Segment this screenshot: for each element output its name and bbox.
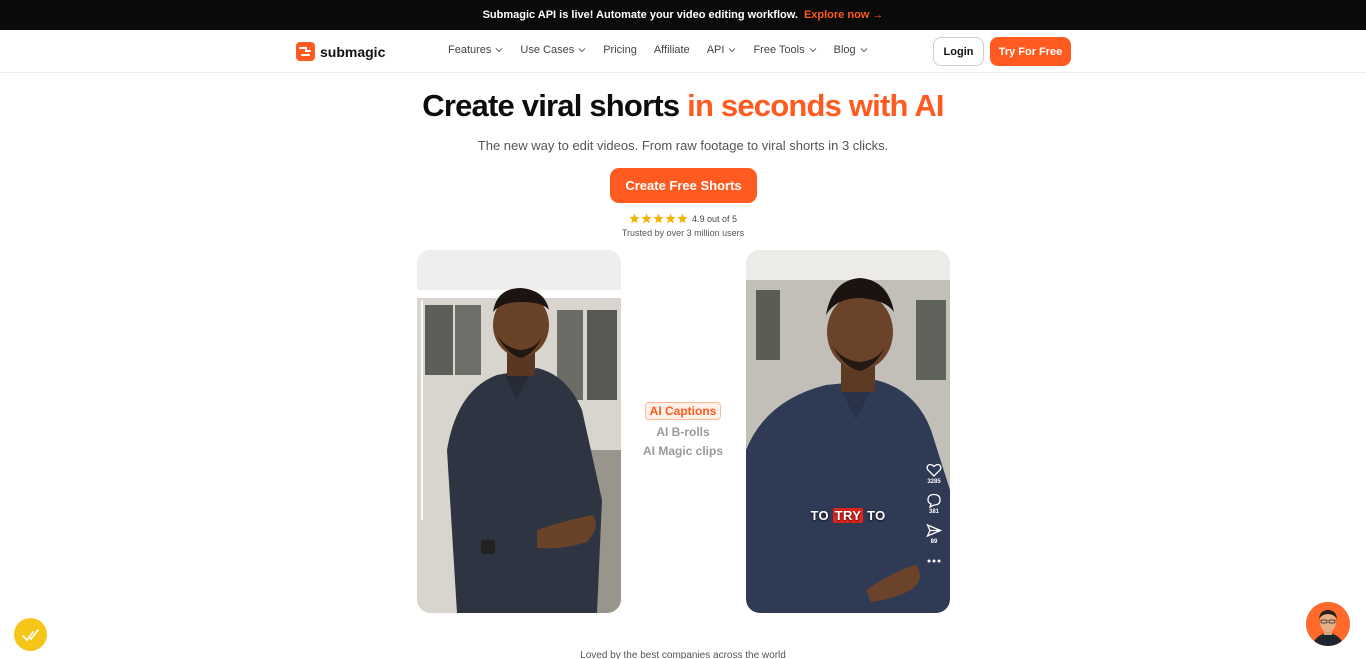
hero-title-main: Create viral shorts (422, 88, 688, 123)
like-action[interactable]: 3285 (926, 463, 942, 485)
caption-before: TO (810, 508, 833, 523)
video-caption: TO TRY TO (746, 508, 950, 523)
logo[interactable]: submagic (296, 42, 385, 61)
floating-badge[interactable] (14, 618, 47, 651)
more-icon (927, 559, 941, 563)
chevron-down-icon (496, 48, 503, 53)
rating-text: 4.9 out of 5 (691, 213, 738, 224)
menu-label: Pricing (603, 44, 637, 56)
comment-icon (927, 493, 941, 508)
menu-features[interactable]: Features (448, 44, 503, 56)
comment-count: 381 (928, 509, 939, 515)
hero-title: Create viral shorts in seconds with AI (0, 88, 1366, 124)
star-icon (629, 213, 640, 224)
logo-icon (296, 42, 315, 61)
like-count: 3285 (927, 479, 941, 485)
share-count: 89 (930, 539, 938, 545)
trusted-text: Trusted by over 3 million users (621, 228, 745, 238)
more-action[interactable] (927, 559, 941, 563)
hero-title-accent: in seconds with AI (687, 88, 944, 123)
raw-video-preview[interactable] (417, 250, 621, 613)
share-action[interactable]: 89 (926, 523, 942, 545)
menu-blog[interactable]: Blog (834, 44, 868, 56)
create-free-shorts-button[interactable]: Create Free Shorts (610, 168, 757, 203)
feature-ai-magic-clips[interactable]: AI Magic clips (643, 444, 723, 458)
chevron-down-icon (860, 48, 867, 53)
feature-ai-b-rolls[interactable]: AI B-rolls (656, 425, 709, 439)
main-menu: Features Use Cases Pricing Affiliate API… (448, 44, 868, 56)
edited-video-preview[interactable]: TO TRY TO 3285 381 89 (746, 250, 950, 613)
hero-subtitle: The new way to edit videos. From raw foo… (477, 138, 889, 153)
menu-affiliate[interactable]: Affiliate (654, 44, 690, 56)
feature-list: AI Captions AI B-rolls AI Magic clips (600, 402, 766, 458)
announcement-banner: Submagic API is live! Automate your vide… (0, 0, 1366, 30)
menu-label: Use Cases (520, 44, 575, 56)
person-avatar-icon (1306, 602, 1350, 646)
menu-use-cases[interactable]: Use Cases (520, 44, 586, 56)
heart-icon (926, 463, 942, 477)
send-icon (926, 523, 942, 538)
menu-label: Features (448, 44, 492, 56)
edited-short-image (746, 250, 950, 613)
star-icon (677, 213, 688, 224)
caption-after: TO (863, 508, 886, 523)
banner-link[interactable]: Explore now → (804, 9, 883, 21)
chevron-down-icon (809, 48, 816, 53)
rating: 4.9 out of 5 (0, 213, 1366, 224)
caption-highlight: TRY (832, 508, 864, 523)
menu-label: API (706, 44, 725, 56)
menu-label: Free Tools (753, 44, 805, 56)
check-icon (21, 628, 39, 641)
banner-text: Submagic API is live! Automate your vide… (482, 9, 798, 21)
menu-pricing[interactable]: Pricing (603, 44, 637, 56)
menu-label: Affiliate (653, 44, 690, 56)
top-navigation: submagic Features Use Cases Pricing Affi… (0, 30, 1366, 73)
star-icon (665, 213, 676, 224)
try-for-free-button[interactable]: Try For Free (990, 37, 1071, 66)
menu-free-tools[interactable]: Free Tools (753, 44, 816, 56)
star-icon (653, 213, 664, 224)
logo-text: submagic (320, 43, 386, 60)
video-side-actions: 3285 381 89 (926, 463, 942, 563)
menu-api[interactable]: API (707, 44, 737, 56)
loved-by-heading: Loved by the best companies across the w… (580, 650, 786, 659)
menu-label: Blog (833, 44, 856, 56)
raw-footage-image (417, 250, 621, 613)
rating-stars (629, 213, 688, 224)
feature-ai-captions[interactable]: AI Captions (644, 402, 722, 420)
star-icon (641, 213, 652, 224)
login-button[interactable]: Login (933, 37, 984, 66)
comment-action[interactable]: 381 (926, 493, 942, 515)
support-avatar[interactable] (1306, 602, 1350, 646)
chevron-down-icon (729, 48, 736, 53)
chevron-down-icon (578, 48, 586, 53)
